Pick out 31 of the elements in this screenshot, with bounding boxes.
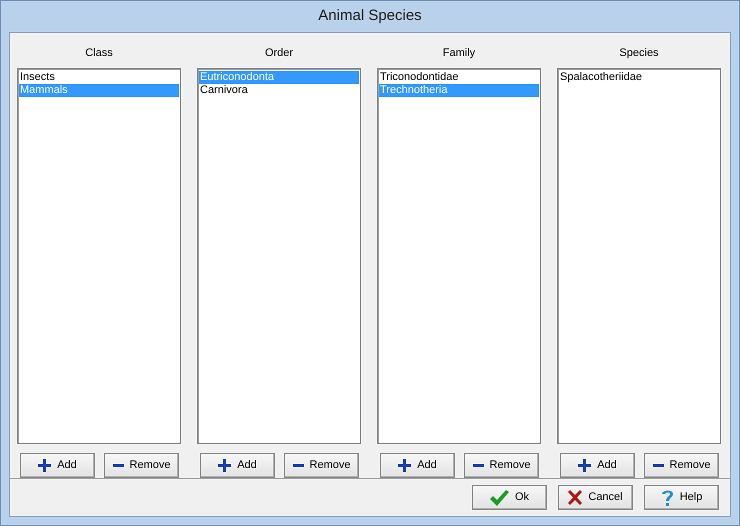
add-button[interactable]: Add (560, 453, 635, 478)
column-heading: Species (619, 46, 659, 61)
question-icon (660, 488, 674, 506)
column-heading: Order (264, 46, 294, 61)
x-icon (568, 490, 582, 505)
column-heading: Class (85, 46, 113, 61)
minus-icon (112, 464, 124, 468)
plus-icon (38, 459, 52, 472)
add-button[interactable]: Add (380, 453, 455, 478)
column-heading: Family (442, 46, 476, 61)
list-item[interactable]: Triconodontidae (379, 71, 539, 84)
minus-icon (292, 464, 304, 468)
window-title: Animal Species (318, 6, 422, 26)
minus-icon (472, 464, 484, 468)
check-icon (490, 490, 509, 506)
help-button[interactable]: Help (644, 485, 719, 510)
remove-button[interactable]: Remove (284, 453, 359, 478)
plus-icon (398, 459, 412, 472)
add-button[interactable]: Add (20, 453, 95, 478)
remove-button[interactable]: Remove (464, 453, 539, 478)
list-item[interactable]: Spalacotheriidae (559, 71, 719, 84)
remove-button[interactable]: Remove (644, 453, 719, 478)
minus-icon (652, 464, 664, 468)
remove-button[interactable]: Remove (104, 453, 179, 478)
ok-button[interactable]: Ok (472, 485, 547, 510)
add-button[interactable]: Add (200, 453, 275, 478)
plus-icon (578, 459, 592, 472)
plus-icon (218, 459, 232, 472)
list-item[interactable]: Insects (19, 71, 179, 84)
list-item[interactable]: Carnivora (199, 84, 359, 97)
cancel-button[interactable]: Cancel (558, 485, 633, 510)
